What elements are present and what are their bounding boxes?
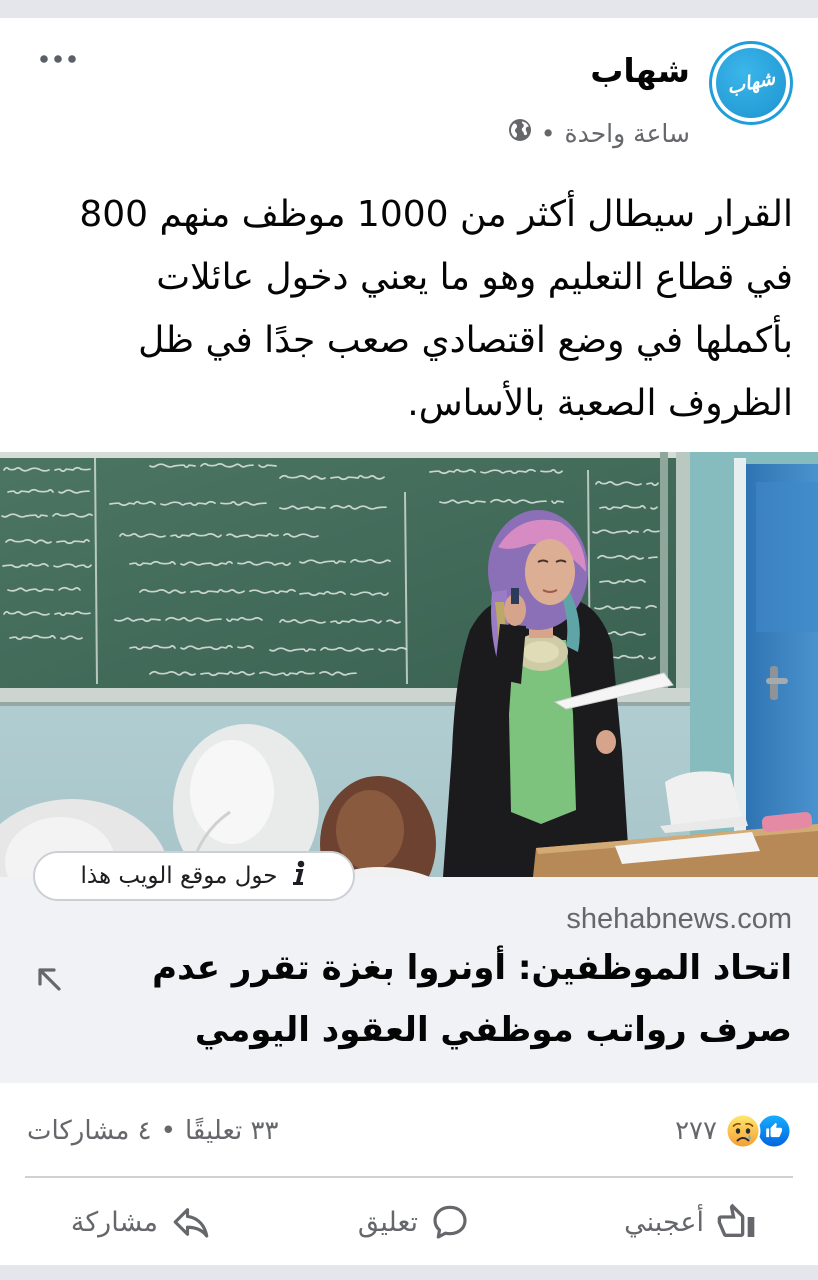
reaction-summary[interactable]: ٢٧٧ <box>675 1111 792 1151</box>
about-website-button[interactable]: حول موقع الويب هذا <box>33 851 355 901</box>
share-label: مشاركة <box>70 1206 158 1238</box>
meta-separator: • <box>540 118 556 148</box>
post-text-line: الظروف الصعبة بالأساس. <box>407 383 793 424</box>
author-name[interactable]: شهاب <box>590 48 690 94</box>
like-icon <box>756 1113 792 1149</box>
post-text-line: بأكملها في وضع اقتصادي صعب جدًا في ظل <box>138 320 793 361</box>
more-horizontal-icon[interactable] <box>38 51 78 65</box>
like-label: أعجبني <box>624 1206 704 1238</box>
thumbs-up-icon <box>716 1202 756 1242</box>
counts-separator: • <box>160 1116 176 1146</box>
comment-button[interactable]: تعليق <box>358 1198 470 1246</box>
post-meta: ساعة واحدة • <box>508 114 690 152</box>
like-button[interactable]: أعجبني <box>624 1198 756 1246</box>
post-text-line: القرار سيطال أكثر من 1000 موظف منهم 800 <box>79 194 793 235</box>
post-text-line: في قطاع التعليم وهو ما يعني دخول عائلات <box>156 257 793 298</box>
sad-icon <box>725 1113 761 1149</box>
divider <box>25 1176 793 1178</box>
share-icon <box>170 1201 212 1243</box>
avatar[interactable]: شهاب <box>709 41 793 125</box>
logo-text: شهاب <box>724 66 777 99</box>
comments-count[interactable]: ٣٣ تعليقًا <box>185 1116 279 1146</box>
reaction-count: ٢٧٧ <box>675 1116 717 1146</box>
about-website-label: حول موقع الويب هذا <box>80 863 278 889</box>
post-text: القرار سيطال أكثر من 1000 موظف منهم 800 … <box>25 183 793 435</box>
post-photo[interactable] <box>0 452 818 877</box>
globe-icon <box>508 118 532 148</box>
comment-label: تعليق <box>357 1206 418 1238</box>
engagement-counts: ٣٣ تعليقًا • ٤ مشاركات <box>27 1111 278 1151</box>
post-time[interactable]: ساعة واحدة <box>564 119 690 148</box>
link-title-line: اتحاد الموظفين: أونروا بغزة تقرر عدم <box>152 948 792 988</box>
shehab-logo: شهاب <box>716 48 786 118</box>
shares-count[interactable]: ٤ مشاركات <box>27 1116 152 1146</box>
link-domain: shehabnews.com <box>566 903 792 935</box>
info-icon <box>288 859 308 893</box>
link-preview[interactable]: shehabnews.com اتحاد الموظفين: أونروا بغ… <box>0 877 818 1083</box>
share-button[interactable]: مشاركة <box>71 1198 212 1246</box>
link-title-line: صرف رواتب موظفي العقود اليومي <box>194 1010 792 1050</box>
external-link-arrow-icon <box>33 963 65 995</box>
comment-icon <box>430 1202 470 1242</box>
